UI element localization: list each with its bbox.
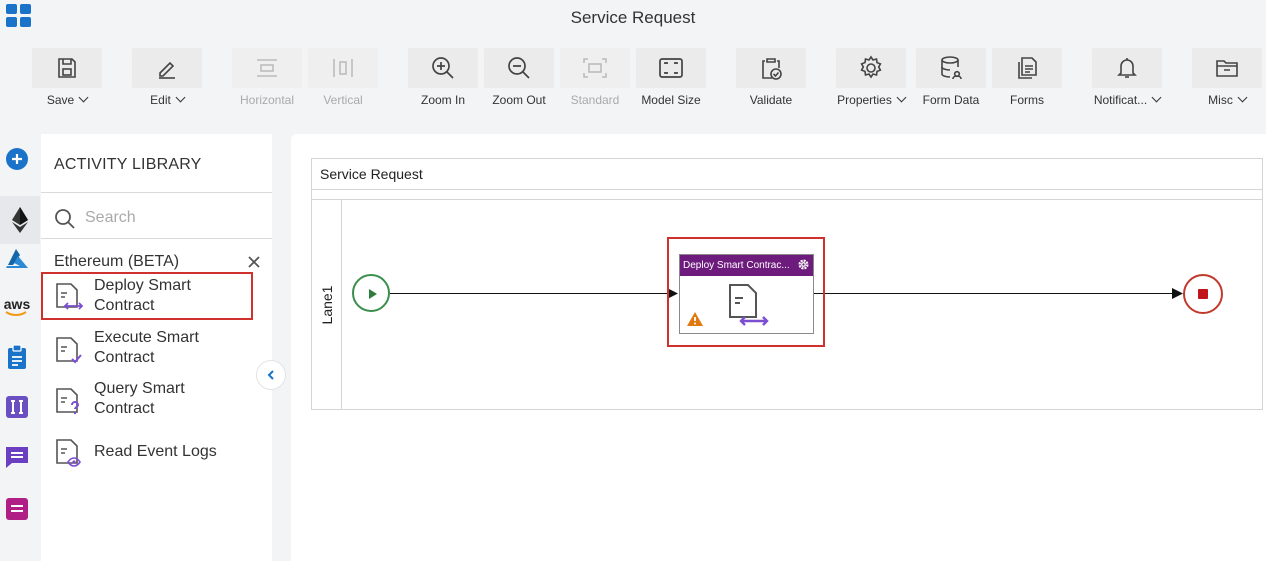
standard-label: Standard (570, 93, 620, 107)
message-icon[interactable] (4, 444, 30, 470)
process-canvas[interactable]: Service Request Lane1 (291, 134, 1266, 561)
aws-icon[interactable]: aws (4, 294, 30, 320)
task-title: Deploy Smart Contrac... (683, 260, 790, 271)
chevron-down-icon (78, 92, 89, 103)
forms-icon (1018, 57, 1037, 79)
align-vertical-icon (333, 59, 353, 77)
validate-button[interactable]: Validate (736, 48, 806, 110)
lane-label: Lane1 (318, 285, 335, 324)
search-icon (55, 209, 75, 229)
horizontal-label: Horizontal (239, 93, 295, 107)
database-icon (941, 56, 962, 80)
model-size-button[interactable]: Model Size (636, 48, 706, 110)
execute-contract-icon (56, 337, 82, 364)
page-title: Service Request (570, 8, 696, 27)
form-data-label: Form Data (922, 93, 980, 107)
zoom-out-label: Zoom Out (492, 93, 546, 107)
validate-label: Validate (749, 93, 793, 107)
misc-label: Misc (1208, 93, 1233, 107)
divider (41, 192, 272, 193)
library-item-label: Execute Smart Contract (94, 329, 199, 366)
save-label: Save (46, 93, 75, 107)
activity-library-panel: ACTIVITY LIBRARY Ethereum (BETA) Deploy … (41, 134, 272, 561)
forms-button[interactable]: Forms (992, 48, 1062, 110)
model-size-label: Model Size (641, 93, 701, 107)
vertical-button[interactable]: Vertical (308, 48, 378, 110)
forms-label: Forms (1010, 93, 1044, 107)
fit-screen-icon (659, 58, 683, 78)
zoom-in-button[interactable]: Zoom In (408, 48, 478, 110)
integration-icon[interactable] (4, 394, 30, 420)
start-event[interactable] (352, 274, 390, 312)
library-item-read-event-logs[interactable]: Read Event Logs (41, 428, 253, 476)
zoom-in-icon (432, 57, 454, 79)
zoom-out-button[interactable]: Zoom Out (484, 48, 554, 110)
query-contract-icon (56, 388, 79, 415)
align-horizontal-icon (257, 59, 277, 77)
library-item-query-smart-contract[interactable]: Query Smart Contract (41, 377, 253, 425)
standard-size-icon (583, 58, 607, 78)
toolbar: Save Edit Horizontal Vertical Zoom In Zo… (0, 38, 1266, 114)
add-icon[interactable] (4, 146, 30, 172)
library-item-deploy-smart-contract[interactable]: Deploy Smart Contract (41, 272, 253, 320)
ethereum-icon[interactable] (0, 196, 40, 244)
vertical-label: Vertical (323, 93, 363, 107)
misc-button[interactable]: Misc (1192, 48, 1262, 110)
gear-icon[interactable] (797, 258, 810, 271)
chevron-down-icon (1151, 92, 1162, 103)
stop-icon (1198, 289, 1208, 299)
folder-icon (1216, 60, 1238, 77)
left-icon-rail: aws (0, 134, 40, 561)
properties-button[interactable]: Properties (836, 48, 907, 110)
chevron-left-icon (267, 370, 274, 380)
deploy-smart-contract-task[interactable]: Deploy Smart Contrac... (679, 254, 814, 334)
save-button[interactable]: Save (32, 48, 102, 110)
edit-button[interactable]: Edit (132, 48, 202, 110)
divider (41, 238, 272, 239)
chevron-down-icon (175, 92, 186, 103)
save-icon (58, 58, 76, 78)
zoom-in-label: Zoom In (420, 93, 465, 107)
deploy-contract-icon (729, 284, 769, 326)
zoom-out-icon (508, 57, 530, 79)
library-item-execute-smart-contract[interactable]: Execute Smart Contract (41, 326, 253, 374)
pencil-icon (159, 61, 175, 79)
aws-logo-text: aws (3, 295, 31, 312)
library-item-label: Query Smart Contract (94, 380, 185, 417)
close-icon[interactable] (246, 254, 262, 270)
azure-icon[interactable] (4, 246, 30, 272)
play-icon (369, 289, 377, 299)
notifications-button[interactable]: Notificat... (1092, 48, 1162, 110)
warning-icon (687, 312, 703, 326)
validate-icon (762, 58, 782, 80)
pool-title: Service Request (312, 159, 1262, 190)
bell-icon (1117, 58, 1137, 78)
gear-icon (860, 55, 882, 79)
sequence-flow[interactable] (814, 293, 1174, 294)
horizontal-button[interactable]: Horizontal (232, 48, 302, 110)
document-icon[interactable] (4, 496, 30, 522)
chevron-down-icon (896, 92, 907, 103)
edit-label: Edit (150, 93, 171, 107)
notifications-label: Notificat... (1093, 93, 1148, 107)
library-item-label: Deploy Smart Contract (94, 277, 191, 314)
sequence-flow[interactable] (390, 293, 670, 294)
read-event-logs-icon (56, 439, 81, 467)
lane-label-cell: Lane1 (312, 200, 342, 409)
clipboard-icon[interactable] (4, 344, 30, 370)
form-data-button[interactable]: Form Data (916, 48, 986, 110)
deploy-contract-icon (56, 283, 84, 310)
collapse-panel-button[interactable] (256, 360, 286, 390)
category-title: Ethereum (BETA) (54, 253, 180, 270)
task-header: Deploy Smart Contrac... (680, 255, 813, 276)
standard-button[interactable]: Standard (560, 48, 630, 110)
end-event[interactable] (1183, 274, 1223, 314)
properties-label: Properties (837, 93, 892, 107)
library-item-label: Read Event Logs (94, 443, 217, 460)
activity-library-title: ACTIVITY LIBRARY (54, 156, 202, 173)
chevron-down-icon (1237, 92, 1248, 103)
search-input[interactable] (85, 206, 255, 230)
